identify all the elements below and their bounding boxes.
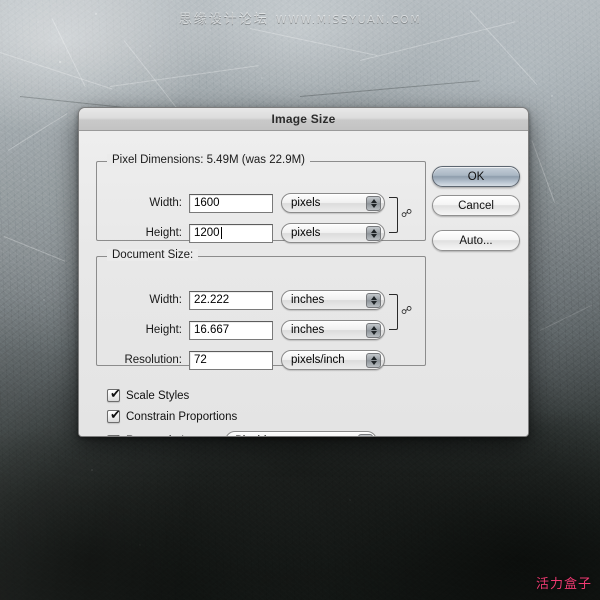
- pixel-width-unit-value: pixels: [291, 197, 321, 209]
- document-height-unit-value: inches: [291, 324, 325, 336]
- document-width-unit-stepper-icon[interactable]: [366, 293, 381, 308]
- auto-button[interactable]: Auto...: [432, 230, 520, 251]
- pixel-width-row: Width: 1600 pixels: [99, 193, 385, 213]
- option-constrain-proportions[interactable]: ✔ Constrain Proportions: [107, 408, 238, 423]
- resample-image-checkbox[interactable]: ✔: [107, 434, 121, 437]
- document-size-legend: Document Size:: [107, 249, 199, 261]
- document-height-input[interactable]: 16.667: [189, 320, 273, 340]
- constrain-proportions-label: Constrain Proportions: [126, 410, 238, 423]
- cancel-button[interactable]: Cancel: [432, 195, 520, 216]
- resample-method-combo[interactable]: Bicubic: [225, 431, 378, 436]
- image-size-dialog: Image Size Pixel Dimensions: 5.49M (was …: [78, 107, 529, 437]
- document-height-unit-stepper-icon[interactable]: [366, 323, 381, 338]
- pixel-height-unit-combo[interactable]: pixels: [281, 223, 385, 243]
- watermark-top: 思缘设计论坛 WWW.MISSYUAN.COM: [0, 8, 600, 27]
- pixel-width-input[interactable]: 1600: [189, 193, 273, 213]
- checkmark-icon: ✔: [110, 387, 121, 402]
- pixel-width-label: Width:: [149, 197, 182, 209]
- resolution-unit-combo[interactable]: pixels/inch: [281, 350, 385, 370]
- document-width-label: Width:: [149, 294, 182, 306]
- document-width-input[interactable]: 22.222: [189, 290, 273, 310]
- watermark-top-url: WWW.MISSYUAN.COM: [275, 13, 422, 26]
- ok-button-label: OK: [467, 170, 485, 183]
- dialog-titlebar[interactable]: Image Size: [79, 108, 528, 131]
- pixel-width-unit-stepper-icon[interactable]: [366, 196, 381, 211]
- pixel-height-unit-value: pixels: [291, 227, 321, 239]
- document-height-label: Height:: [145, 324, 182, 336]
- resample-method-value: Bicubic: [235, 435, 272, 436]
- resample-method-stepper-icon[interactable]: [358, 434, 374, 436]
- option-scale-styles[interactable]: ✔ Scale Styles: [107, 387, 190, 402]
- scale-styles-checkbox[interactable]: ✔: [107, 387, 121, 402]
- pixel-dimensions-legend: Pixel Dimensions: 5.49M (was 22.9M): [107, 154, 311, 166]
- checkmark-icon: ✔: [110, 408, 121, 423]
- resolution-input[interactable]: 72: [189, 350, 273, 370]
- ok-button[interactable]: OK: [432, 166, 520, 187]
- document-width-unit-combo[interactable]: inches: [281, 290, 385, 310]
- pixel-height-input[interactable]: 1200: [189, 223, 273, 243]
- constrain-proportions-checkbox[interactable]: ✔: [107, 408, 121, 423]
- resample-image-label: Resample Image:: [126, 435, 216, 436]
- option-resample-image[interactable]: ✔ Resample Image: Bicubic: [107, 431, 378, 437]
- pixel-width-unit-combo[interactable]: pixels: [281, 193, 385, 213]
- watermark-bottom-right: 活力盒子: [535, 577, 592, 592]
- scale-styles-label: Scale Styles: [126, 389, 190, 402]
- pixel-height-row: Height: 1200 pixels: [99, 223, 385, 243]
- resolution-row: Resolution: 72 pixels/inch: [99, 350, 385, 370]
- watermark-top-cn: 思缘设计论坛: [178, 12, 269, 27]
- pixel-height-unit-stepper-icon[interactable]: [366, 226, 381, 241]
- checkmark-icon: ✔: [110, 434, 121, 437]
- resolution-label: Resolution:: [124, 354, 182, 366]
- auto-button-label: Auto...: [459, 234, 493, 247]
- resolution-unit-stepper-icon[interactable]: [366, 353, 381, 368]
- pixel-height-label: Height:: [145, 227, 182, 239]
- dialog-title: Image Size: [271, 112, 336, 126]
- document-width-row: Width: 22.222 inches: [99, 290, 385, 310]
- dialog-body: Pixel Dimensions: 5.49M (was 22.9M) Widt…: [79, 131, 528, 437]
- document-height-unit-combo[interactable]: inches: [281, 320, 385, 340]
- resolution-unit-value: pixels/inch: [291, 354, 345, 366]
- cancel-button-label: Cancel: [458, 199, 494, 212]
- document-height-row: Height: 16.667 inches: [99, 320, 385, 340]
- pixel-height-value: 1200: [194, 227, 220, 239]
- document-width-unit-value: inches: [291, 294, 325, 306]
